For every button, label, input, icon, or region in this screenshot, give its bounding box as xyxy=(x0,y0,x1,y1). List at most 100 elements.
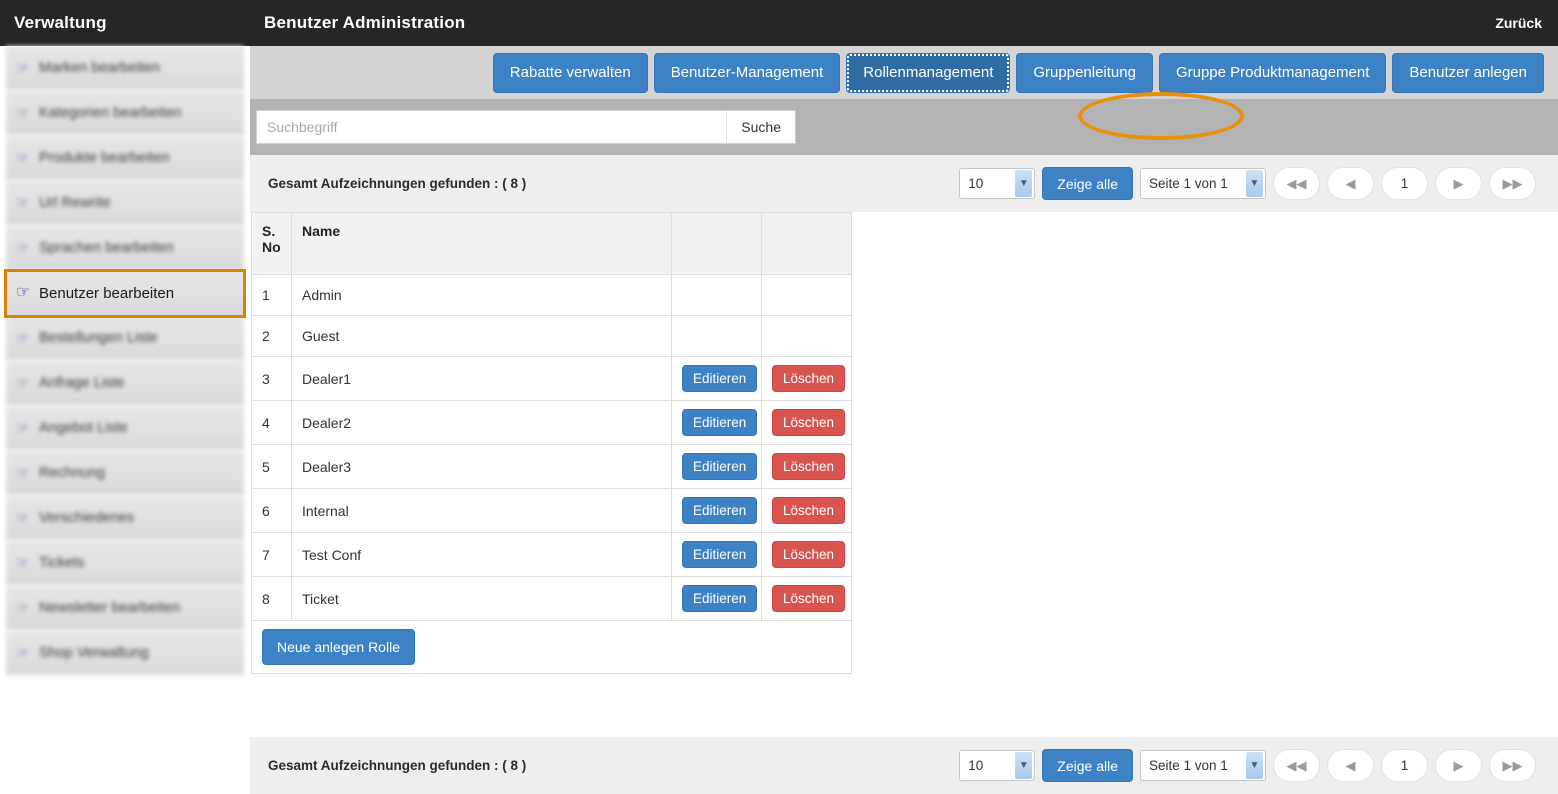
tab-bar: Rabatte verwalten Benutzer-Management Roll… xyxy=(250,46,1558,140)
table-row: 7 Test Conf Editieren Löschen xyxy=(251,532,852,577)
tab-container: Rabatte verwalten Benutzer-Management Roll… xyxy=(492,52,1544,93)
table-row: 2 Guest xyxy=(251,315,852,357)
prev-page-button-top[interactable]: ◀ xyxy=(1327,167,1374,200)
pointing-hand-icon: ☞ xyxy=(16,644,30,662)
page-select-top[interactable]: Seite 1 von 1 ▼ xyxy=(1140,168,1266,199)
cell-name: Ticket xyxy=(291,576,672,621)
first-page-button-top[interactable]: ◀◀ xyxy=(1273,167,1320,200)
delete-button[interactable]: Löschen xyxy=(772,497,846,524)
sidebar-item-shop-verwaltung[interactable]: ☞ Shop Verwaltung xyxy=(6,631,244,676)
cell-name: Admin xyxy=(291,274,672,316)
tab-gruppe-produktmanagement[interactable]: Gruppe Produktmanagement xyxy=(1158,52,1387,93)
pager-top: Gesamt Aufzeichnungen gefunden : ( 8 ) 1… xyxy=(250,155,1558,212)
page-select-value-top: Seite 1 von 1 xyxy=(1149,176,1228,191)
pointing-hand-icon: ☞ xyxy=(16,59,30,77)
cell-sno: 1 xyxy=(251,274,292,316)
edit-button[interactable]: Editieren xyxy=(682,365,758,392)
chevron-down-icon: ▼ xyxy=(1246,752,1263,779)
pagination-controls-bottom: 10 ▼ Zeige alle Seite 1 von 1 ▼ ◀◀ ◀ 1 ▶… xyxy=(959,749,1536,782)
edit-button[interactable]: Editieren xyxy=(682,453,758,480)
delete-button[interactable]: Löschen xyxy=(772,409,846,436)
sidebar-item-rechnung[interactable]: ☞ Rechnung xyxy=(6,451,244,496)
back-link[interactable]: Zurück xyxy=(1495,15,1542,31)
current-page-button-bottom[interactable]: 1 xyxy=(1381,749,1428,782)
show-all-button-top[interactable]: Zeige alle xyxy=(1042,167,1133,200)
edit-button[interactable]: Editieren xyxy=(682,497,758,524)
edit-button[interactable]: Editieren xyxy=(682,541,758,568)
tab-gruppenleitung[interactable]: Gruppenleitung xyxy=(1016,52,1153,93)
tab-benutzer-management[interactable]: Benutzer-Management xyxy=(653,52,841,93)
sidebar-item-benutzer-bearbeiten[interactable]: ☞ Benutzer bearbeiten xyxy=(4,269,246,318)
column-header-name: Name xyxy=(291,212,672,275)
next-page-button-bottom[interactable]: ▶ xyxy=(1435,749,1482,782)
delete-button[interactable]: Löschen xyxy=(772,585,846,612)
last-page-button-bottom[interactable]: ▶▶ xyxy=(1489,749,1536,782)
search-button[interactable]: Suche xyxy=(726,110,796,144)
first-page-button-bottom[interactable]: ◀◀ xyxy=(1273,749,1320,782)
table-head: S. No Name xyxy=(251,212,852,275)
sidebar-item-sprachen-bearbeiten[interactable]: ☞ Sprachen bearbeiten xyxy=(6,226,244,271)
cell-sno: 3 xyxy=(251,356,292,401)
pointing-hand-icon: ☞ xyxy=(16,329,30,347)
page-size-select-top[interactable]: 10 ▼ xyxy=(959,168,1036,199)
search-input[interactable] xyxy=(256,110,727,144)
column-header-edit xyxy=(671,212,762,275)
sidebar-item-verschiedenes[interactable]: ☞ Verschiedenes xyxy=(6,496,244,541)
new-role-button[interactable]: Neue anlegen Rolle xyxy=(262,629,415,665)
sno-line1: S. xyxy=(262,223,276,239)
pointing-hand-icon: ☞ xyxy=(16,284,31,301)
sidebar-item-label: Anfrage Liste xyxy=(39,375,125,391)
sidebar-item-label: Kategorien bearbeiten xyxy=(39,105,182,121)
cell-sno: 6 xyxy=(251,488,292,533)
sidebar-item-produkte-bearbeiten[interactable]: ☞ Produkte bearbeiten xyxy=(6,136,244,181)
sidebar-item-bestellungen-liste[interactable]: ☞ Bestellungen Liste xyxy=(6,316,244,361)
page-size-select-bottom[interactable]: 10 ▼ xyxy=(959,750,1036,781)
pointing-hand-icon: ☞ xyxy=(16,194,30,212)
next-page-button-top[interactable]: ▶ xyxy=(1435,167,1482,200)
sidebar-item-label: Rechnung xyxy=(39,465,106,481)
page-header: Benutzer Administration Zurück xyxy=(250,0,1558,46)
pointing-hand-icon: ☞ xyxy=(16,599,30,617)
cell-sno: 4 xyxy=(251,400,292,445)
table-row: 1 Admin xyxy=(251,274,852,316)
cell-delete-action: Löschen xyxy=(761,488,852,533)
table-row: 3 Dealer1 Editieren Löschen xyxy=(251,356,852,401)
tab-rabatte-verwalten[interactable]: Rabatte verwalten xyxy=(492,52,648,93)
last-page-button-top[interactable]: ▶▶ xyxy=(1489,167,1536,200)
show-all-button-bottom[interactable]: Zeige alle xyxy=(1042,749,1133,782)
edit-button[interactable]: Editieren xyxy=(682,409,758,436)
cell-name: Dealer3 xyxy=(291,444,672,489)
current-page-button-top[interactable]: 1 xyxy=(1381,167,1428,200)
sidebar-item-anfrage-liste[interactable]: ☞ Anfrage Liste xyxy=(6,361,244,406)
pointing-hand-icon: ☞ xyxy=(16,509,30,527)
new-role-cell: Neue anlegen Rolle xyxy=(251,620,852,674)
sidebar-item-label: Sprachen bearbeiten xyxy=(39,240,174,256)
sidebar-item-url-rewrite[interactable]: ☞ Url Rewrite xyxy=(6,181,244,226)
sidebar-item-label: Marken bearbeiten xyxy=(39,60,160,76)
search-group: Suche xyxy=(256,110,796,144)
sidebar-item-tickets[interactable]: ☞ Tickets xyxy=(6,541,244,586)
page-select-bottom[interactable]: Seite 1 von 1 ▼ xyxy=(1140,750,1266,781)
edit-button[interactable]: Editieren xyxy=(682,585,758,612)
chevron-down-icon: ▼ xyxy=(1015,752,1033,779)
cell-sno: 7 xyxy=(251,532,292,577)
chevron-down-icon: ▼ xyxy=(1015,170,1033,197)
tab-rollenmanagement[interactable]: Rollenmanagement xyxy=(846,52,1011,93)
sidebar-title: Verwaltung xyxy=(0,0,250,46)
search-bar: Suche xyxy=(250,99,1558,155)
sidebar-item-kategorien-bearbeiten[interactable]: ☞ Kategorien bearbeiten xyxy=(6,91,244,136)
sidebar-item-label: Shop Verwaltung xyxy=(39,645,149,661)
tab-benutzer-anlegen[interactable]: Benutzer anlegen xyxy=(1392,52,1544,93)
delete-button[interactable]: Löschen xyxy=(772,453,846,480)
sidebar-item-label: Url Rewrite xyxy=(39,195,111,211)
prev-page-button-bottom[interactable]: ◀ xyxy=(1327,749,1374,782)
cell-edit-action: Editieren xyxy=(671,576,762,621)
sidebar-item-angebot-liste[interactable]: ☞ Angebot Liste xyxy=(6,406,244,451)
delete-button[interactable]: Löschen xyxy=(772,541,846,568)
delete-button[interactable]: Löschen xyxy=(772,365,846,392)
sidebar-item-marken-bearbeiten[interactable]: ☞ Marken bearbeiten xyxy=(6,46,244,91)
roles-table-zone: S. No Name 1 Admin 2 Guest 3 Dealer1 Editieren… xyxy=(250,212,1558,674)
pointing-hand-icon: ☞ xyxy=(16,149,30,167)
cell-edit-action: Editieren xyxy=(671,400,762,445)
sidebar-item-newsletter-bearbeiten[interactable]: ☞ Newsletter bearbeiten xyxy=(6,586,244,631)
